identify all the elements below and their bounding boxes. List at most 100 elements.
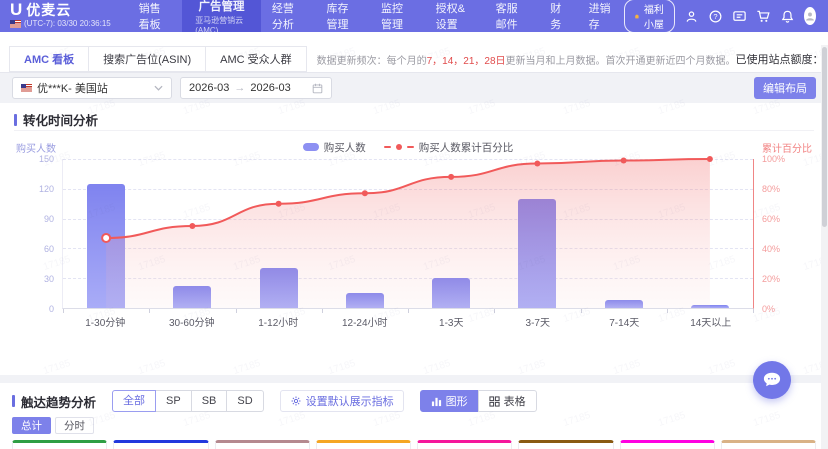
dashboard-tabs: AMC 看板搜索广告位(ASIN)AMC 受众人群 — [10, 46, 307, 72]
x-axis-labels: 1-30分钟30-60分钟1-12小时12-24小时1-3天3-7天7-14天1… — [62, 309, 754, 327]
ad-type-filter-全部[interactable]: 全部 — [112, 390, 156, 412]
dashboard-tab-row: AMC 看板搜索广告位(ASIN)AMC 受众人群 数据更新频次：每个月的 7，… — [0, 46, 828, 73]
spacer — [0, 375, 828, 383]
nav-item-label: 广告管理 — [199, 0, 245, 14]
ad-type-filter-SD[interactable]: SD — [226, 390, 263, 412]
cumulative-line — [63, 159, 753, 308]
metric-cards-row: 广告花费曝光量触达人数人均曝光新客总数新客触达比例点击量误点击花费 — [12, 440, 816, 449]
scrollbar-thumb[interactable] — [822, 47, 827, 227]
x-label: 7-14天 — [581, 309, 668, 327]
chevron-down-icon — [154, 85, 163, 91]
left-tick: 150 — [39, 154, 54, 164]
svg-text:?: ? — [713, 12, 717, 21]
nav-item-label: 授权&设置 — [436, 0, 474, 32]
scrollbar[interactable] — [821, 45, 828, 449]
bar-legend-swatch — [303, 143, 319, 151]
view-toggle-表格[interactable]: 表格 — [478, 390, 537, 412]
nav-item[interactable]: 经营分析 — [261, 0, 316, 32]
right-tick: 40% — [762, 244, 780, 254]
mode-tab-总计[interactable]: 总计 — [12, 417, 51, 434]
app-logo: 优麦云 — [26, 2, 71, 18]
left-tick: 60 — [44, 244, 54, 254]
bell-icon[interactable] — [780, 9, 795, 24]
line-legend-dash — [407, 146, 414, 148]
conversion-time-card: 转化时间分析 购买人数 购买人数购买人数累计百分比 累计百分比 15012090… — [0, 103, 828, 375]
left-tick: 0 — [49, 304, 54, 314]
main-nav: 销售看板广告管理亚马逊营销云(AMC)经营分析库存管理监控管理授权&设置客服邮件… — [128, 0, 624, 32]
filter-bar: 优***K- 美国站 2026-03 → 2026-03 编辑布局 — [0, 73, 828, 103]
chat-fab-button[interactable] — [753, 361, 791, 399]
help-icon[interactable]: ? — [708, 9, 723, 24]
legend-item-line[interactable]: 购买人数累计百分比 — [384, 140, 514, 155]
metric-card-广告花费[interactable]: 广告花费 — [12, 440, 107, 449]
notice-prefix: 数据更新频次：每个月的 — [317, 52, 427, 67]
nav-item[interactable]: 库存管理 — [315, 0, 370, 32]
metric-card-人均曝光[interactable]: 人均曝光 — [316, 440, 411, 449]
cart-icon[interactable] — [756, 9, 771, 24]
logo-block: U 优麦云 (UTC-7): 03/30 20:36:15 — [0, 0, 128, 32]
welfare-house-button[interactable]: 福利小屋 — [624, 0, 675, 33]
x-label: 14天以上 — [668, 309, 755, 327]
bar-chart-icon — [431, 396, 442, 407]
mode-tabs: 总计分时 — [12, 417, 816, 434]
nav-item[interactable]: 销售看板 — [128, 0, 183, 32]
nav-item[interactable]: 广告管理亚马逊营销云(AMC) — [182, 0, 261, 32]
message-icon[interactable] — [732, 9, 747, 24]
store-select[interactable]: 优***K- 美国站 — [12, 77, 172, 99]
nav-item[interactable]: 进销存 — [578, 0, 624, 32]
chart-legend: 购买人数 购买人数累计百分比 — [62, 135, 754, 159]
us-flag-icon — [21, 84, 32, 92]
metric-card-新客总数[interactable]: 新客总数 — [417, 440, 512, 449]
nav-item-label: 进销存 — [589, 0, 613, 32]
table-icon — [489, 396, 500, 407]
line-legend-dot — [396, 144, 402, 150]
data-update-notice: 数据更新频次：每个月的 7，14，21，28日 更新当月和上月数据。首次开通更新… — [317, 46, 736, 72]
edit-layout-button[interactable]: 编辑布局 — [754, 77, 816, 99]
settings-label: 设置默认展示指标 — [306, 393, 394, 409]
mode-tab-分时[interactable]: 分时 — [55, 417, 94, 434]
x-label: 12-24小时 — [322, 309, 409, 327]
left-axis-ticks: 1501209060300 — [14, 159, 62, 309]
section-accent-bar — [14, 114, 17, 126]
view-toggle-图形[interactable]: 图形 — [420, 390, 479, 412]
right-axis-ticks: 100%80%60%40%20%0% — [754, 159, 814, 309]
metric-card-误点击花费[interactable]: 误点击花费 — [721, 440, 816, 449]
metric-card-点击量[interactable]: 点击量 — [620, 440, 715, 449]
metric-card-曝光量[interactable]: 曝光量 — [113, 440, 208, 449]
calendar-icon — [312, 83, 323, 94]
timezone-clock: (UTC-7): 03/30 20:36:15 — [24, 19, 111, 28]
gear-icon — [290, 395, 302, 407]
ad-type-filter-SP[interactable]: SP — [155, 390, 192, 412]
tab-搜索广告位(ASIN)[interactable]: 搜索广告位(ASIN) — [88, 46, 206, 72]
nav-item-label: 财务 — [550, 0, 566, 32]
view-toggle-label: 图形 — [446, 393, 468, 409]
nav-item-label: 库存管理 — [326, 0, 359, 32]
pareto-chart-plot[interactable] — [62, 159, 754, 309]
legend-item-bar[interactable]: 购买人数 — [303, 140, 366, 155]
default-metrics-settings-button[interactable]: 设置默认展示指标 — [280, 390, 404, 412]
line-legend-dash — [384, 146, 391, 148]
view-toggle: 图形表格 — [420, 390, 537, 412]
tab-AMC 看板[interactable]: AMC 看板 — [9, 46, 89, 72]
tab-AMC 受众人群[interactable]: AMC 受众人群 — [205, 46, 307, 72]
avatar[interactable] — [804, 7, 816, 25]
metric-card-触达人数[interactable]: 触达人数 — [215, 440, 310, 449]
nav-item[interactable]: 客服邮件 — [485, 0, 540, 32]
store-select-value: 优***K- 美国站 — [37, 80, 108, 96]
nav-item[interactable]: 监控管理 — [370, 0, 425, 32]
metric-card-新客触达比例[interactable]: 新客触达比例 — [518, 440, 613, 449]
spacer — [0, 32, 828, 46]
ad-type-filter-SB[interactable]: SB — [191, 390, 228, 412]
support-icon[interactable] — [684, 9, 699, 24]
x-label: 1-3天 — [408, 309, 495, 327]
date-range-picker[interactable]: 2026-03 → 2026-03 — [180, 77, 332, 99]
right-tick: 100% — [762, 154, 785, 164]
notice-dates: 7，14，21，28日 — [427, 52, 506, 67]
nav-item[interactable]: 财务 — [539, 0, 577, 32]
legend-label: 购买人数 — [324, 140, 366, 155]
house-icon — [634, 11, 640, 22]
right-tick: 20% — [762, 274, 780, 284]
nav-item[interactable]: 授权&设置 — [425, 0, 485, 32]
notice-suffix: 更新当月和上月数据。首次开通更新近四个月数据。 — [506, 52, 736, 67]
x-label: 1-12小时 — [235, 309, 322, 327]
